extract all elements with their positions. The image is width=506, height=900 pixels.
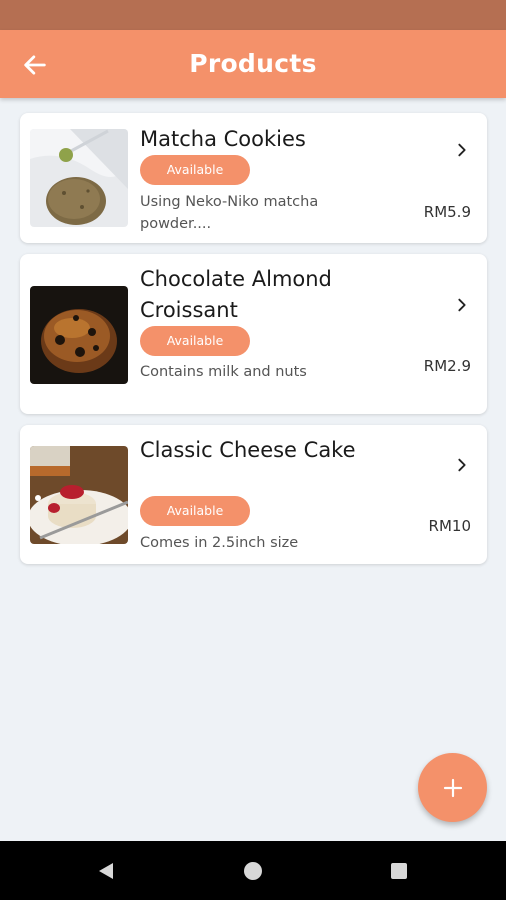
product-name: Matcha Cookies: [140, 127, 306, 151]
product-image: [30, 129, 128, 227]
add-product-button[interactable]: [418, 753, 487, 822]
status-badge: Available: [140, 155, 250, 185]
product-price: RM2.9: [423, 357, 471, 375]
chevron-right-icon[interactable]: [451, 454, 473, 476]
product-name: Chocolate Almond Croissant: [140, 267, 332, 322]
product-description: Comes in 2.5inch size: [140, 535, 299, 551]
product-price: RM10: [428, 517, 471, 535]
app-bar: Products: [0, 30, 506, 98]
product-card[interactable]: Matcha Cookies Available Using Neko-Niko…: [20, 113, 487, 243]
plus-icon: [443, 778, 462, 797]
back-button[interactable]: [14, 44, 56, 86]
nav-recents-button[interactable]: [386, 858, 412, 884]
product-card[interactable]: Classic Cheese Cake Available Comes in 2…: [20, 425, 487, 564]
square-recents-icon: [391, 863, 407, 879]
status-bar: [0, 0, 506, 30]
nav-home-button[interactable]: [240, 858, 266, 884]
product-name: Classic Cheese Cake: [140, 438, 356, 462]
status-badge: Available: [140, 496, 250, 526]
status-badge: Available: [140, 326, 250, 356]
system-nav-bar: [0, 841, 506, 900]
chevron-right-icon[interactable]: [451, 294, 473, 316]
product-description: Using Neko-Niko matcha powder....: [140, 194, 319, 232]
product-price: RM5.9: [423, 203, 471, 221]
product-image: [30, 446, 128, 544]
product-card[interactable]: Chocolate Almond Croissant Available Con…: [20, 254, 487, 414]
arrow-left-icon: [24, 55, 46, 75]
circle-home-icon: [244, 862, 262, 880]
chevron-right-icon[interactable]: [451, 139, 473, 161]
product-image: [30, 286, 128, 384]
nav-back-button[interactable]: [93, 858, 119, 884]
product-description: Contains milk and nuts: [140, 364, 307, 380]
page-title: Products: [189, 49, 317, 78]
triangle-back-icon: [99, 863, 113, 879]
